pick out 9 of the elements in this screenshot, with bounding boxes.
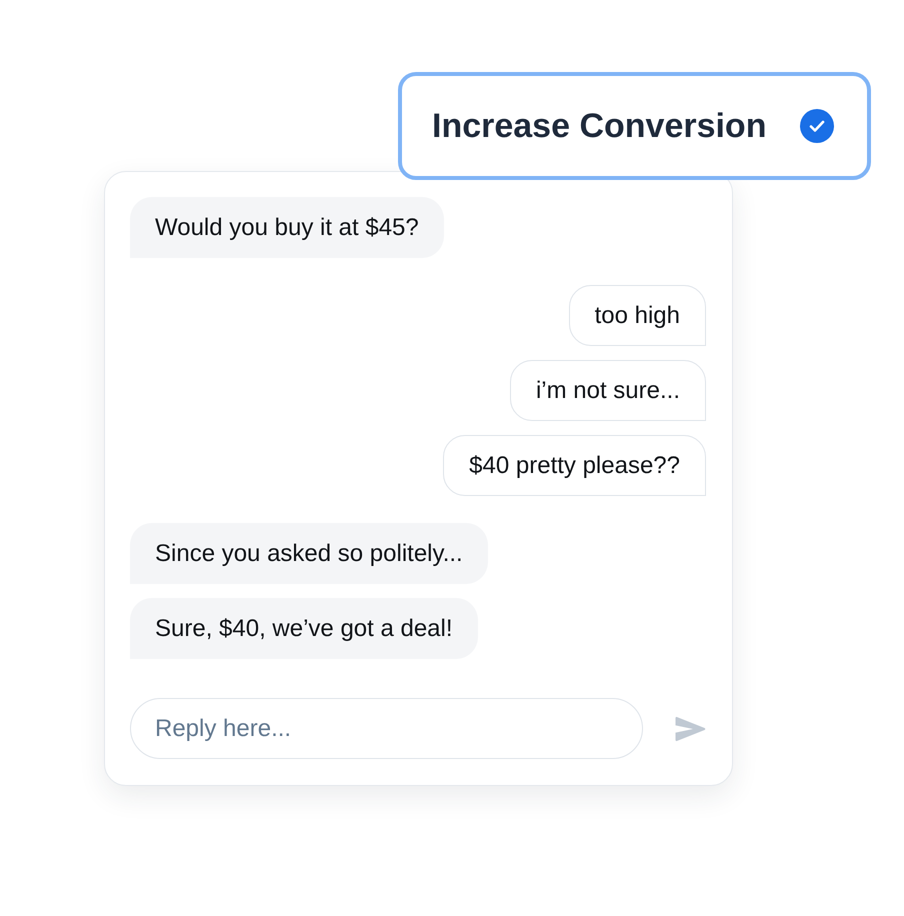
received-message: Would you buy it at $45? <box>130 197 444 258</box>
reply-input-field[interactable]: Reply here... <box>130 698 643 759</box>
sent-message: $40 pretty please?? <box>443 435 706 496</box>
goal-label: Increase Conversion <box>432 106 766 146</box>
send-icon[interactable] <box>674 716 706 742</box>
received-message: Since you asked so politely... <box>130 523 488 584</box>
sent-message: too high <box>568 285 706 346</box>
received-message: Sure, $40, we’ve got a deal! <box>130 598 478 659</box>
sent-message: i’m not sure... <box>510 360 706 421</box>
